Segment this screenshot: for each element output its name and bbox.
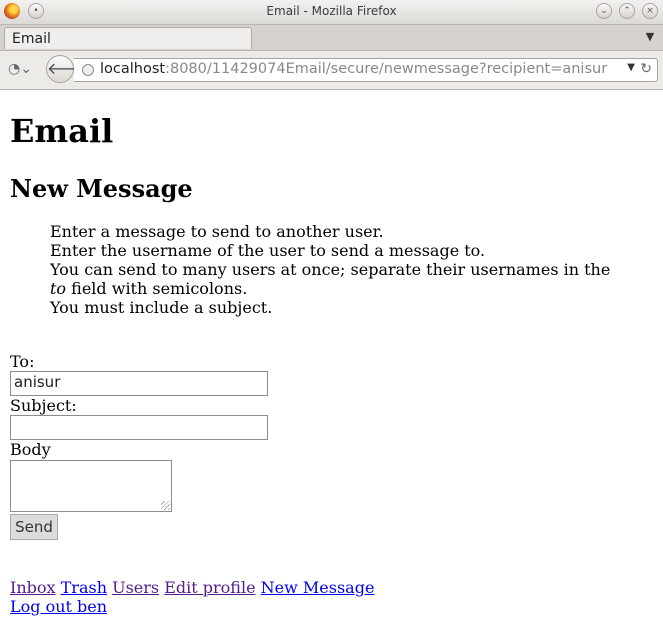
- instruction-emphasis: to: [50, 279, 67, 298]
- logout-link[interactable]: Log out ben: [10, 597, 107, 616]
- instructions: Enter a message to send to another user.…: [50, 222, 620, 317]
- navigation-toolbar: ◔⌄ 🡐 localhost:8080/11429074Email/secure…: [0, 51, 663, 90]
- page-title: Email: [10, 112, 114, 150]
- footer-nav: Inbox Trash Users Edit profile New Messa…: [10, 578, 374, 616]
- subject-input[interactable]: [10, 415, 268, 440]
- page-subtitle: New Message: [10, 174, 193, 203]
- resize-grip-icon[interactable]: [161, 501, 170, 510]
- window-titlebar: • Email - Mozilla Firefox ⌄ ⌃ ×: [0, 0, 663, 25]
- instruction-line: Enter a message to send to another user.: [50, 222, 384, 241]
- send-button[interactable]: Send: [10, 514, 58, 540]
- tab-label: Email: [12, 31, 51, 47]
- tab-email[interactable]: Email: [4, 27, 252, 49]
- body-textarea[interactable]: [10, 460, 172, 512]
- body-label: Body: [10, 440, 51, 459]
- site-identity-icon[interactable]: [82, 64, 94, 76]
- instruction-line: You must include a subject.: [50, 298, 273, 317]
- tab-bar: Email ▼: [0, 25, 663, 51]
- users-link[interactable]: Users: [112, 578, 159, 597]
- minimize-icon[interactable]: ⌄: [596, 3, 612, 19]
- close-icon[interactable]: ×: [642, 3, 658, 19]
- to-input[interactable]: anisur: [10, 371, 268, 396]
- history-menu-icon[interactable]: ◔⌄: [8, 61, 38, 79]
- inbox-link[interactable]: Inbox: [10, 578, 56, 597]
- back-button[interactable]: 🡐: [46, 55, 90, 83]
- new-message-link[interactable]: New Message: [261, 578, 375, 597]
- edit-profile-link[interactable]: Edit profile: [164, 578, 255, 597]
- reload-icon[interactable]: ↻: [640, 61, 652, 77]
- tab-list-dropdown-icon[interactable]: ▼: [641, 28, 659, 46]
- to-label: To:: [10, 352, 35, 371]
- url-dropdown-icon[interactable]: ▼: [627, 62, 635, 73]
- subject-label: Subject:: [10, 396, 77, 415]
- window-title: Email - Mozilla Firefox: [266, 4, 397, 18]
- page-content: Email New Message Enter a message to sen…: [10, 91, 663, 640]
- trash-link[interactable]: Trash: [61, 578, 107, 597]
- instruction-line: Enter the username of the user to send a…: [50, 241, 486, 260]
- url-bar[interactable]: localhost:8080/11429074Email/secure/newm…: [74, 58, 658, 82]
- url-text[interactable]: localhost:8080/11429074Email/secure/newm…: [100, 61, 607, 77]
- maximize-icon[interactable]: ⌃: [619, 3, 635, 19]
- instruction-line: You can send to many users at once; sepa…: [50, 260, 611, 298]
